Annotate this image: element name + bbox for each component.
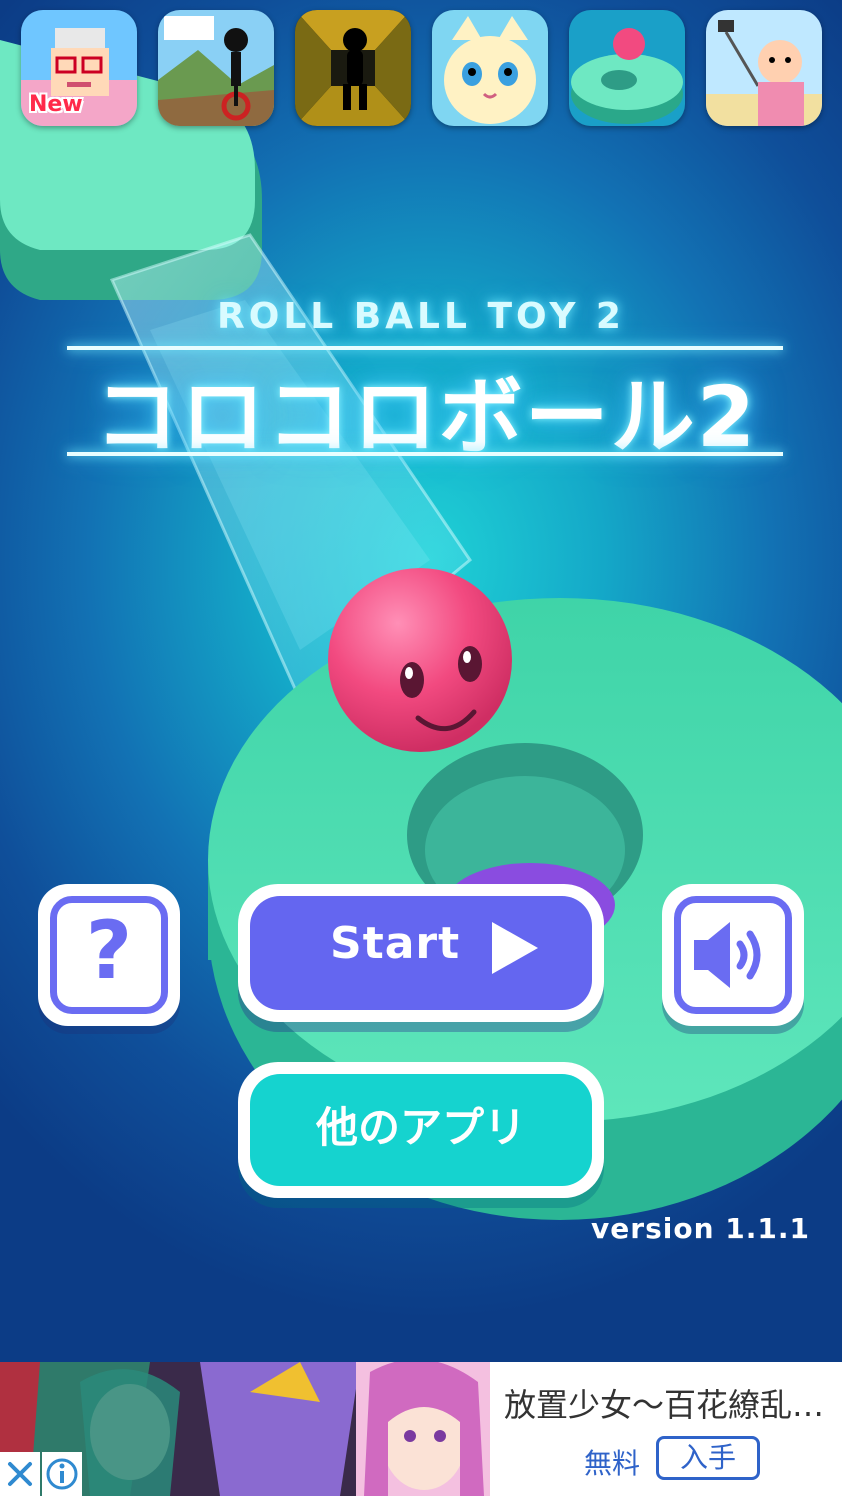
grandma-game-icon[interactable]: New — [21, 10, 137, 126]
start-button-label: Start — [330, 918, 461, 969]
cat-game-icon[interactable] — [432, 10, 548, 126]
title-line-bottom — [67, 452, 783, 456]
other-apps-label: 他のアプリ — [315, 1103, 526, 1152]
ad-get-button[interactable]: 入手 — [656, 1436, 760, 1480]
runner-game-icon[interactable] — [295, 10, 411, 126]
sound-toggle-button[interactable] — [662, 884, 804, 1026]
ad-banner[interactable]: 放置少女～百花繚乱… 無料 入手 — [0, 1362, 842, 1496]
game-scene-background — [0, 40, 842, 1220]
ad-price: 無料 — [584, 1447, 641, 1480]
rollball-game-icon[interactable] — [569, 10, 685, 126]
play-triangle-icon — [492, 922, 538, 974]
game-title-screen: New ROLL BALL TOY 2 コロコロボール2 ? Start 他のア… — [0, 0, 842, 1496]
start-button[interactable]: Start — [238, 884, 604, 1022]
ad-title: 放置少女～百花繚乱… — [504, 1386, 825, 1424]
version-label: version 1.1.1 — [591, 1212, 810, 1245]
title-english: ROLL BALL TOY 2 — [217, 296, 625, 337]
selfie-grandpa-game-icon[interactable] — [706, 10, 822, 126]
pink-ball-character — [328, 568, 512, 752]
new-badge: New — [29, 92, 83, 117]
ad-close-icon[interactable] — [0, 1452, 40, 1496]
speaker-volume-icon — [694, 922, 761, 988]
question-mark-icon: ? — [85, 904, 133, 997]
ad-info-icon[interactable] — [42, 1452, 82, 1496]
other-apps-button[interactable]: 他のアプリ — [238, 1062, 604, 1198]
help-button[interactable]: ? — [38, 884, 180, 1026]
unicycle-game-icon[interactable] — [158, 10, 274, 126]
